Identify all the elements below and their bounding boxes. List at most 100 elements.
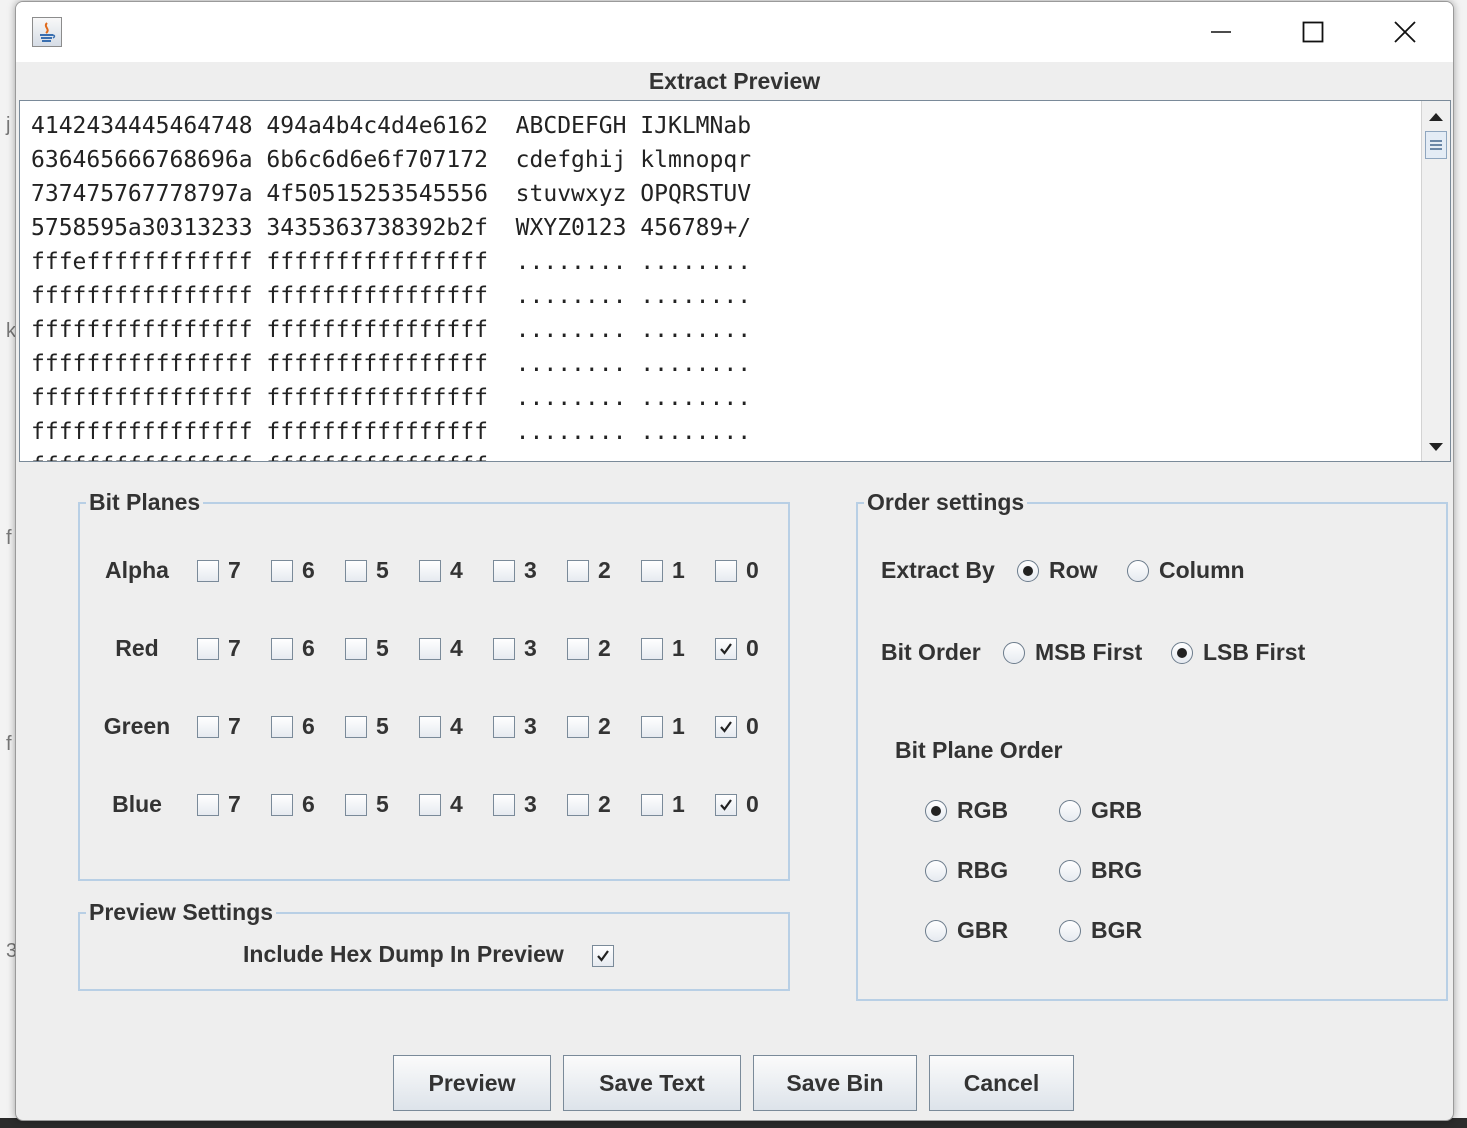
bit-number-label[interactable]: 3 <box>524 713 537 740</box>
cancel-button[interactable]: Cancel <box>929 1055 1074 1111</box>
bit-plane-checkbox[interactable] <box>197 794 219 816</box>
hex-dump-checkbox[interactable] <box>592 945 614 967</box>
bit-number-label[interactable]: 2 <box>598 791 611 818</box>
bit-number-label[interactable]: 2 <box>598 713 611 740</box>
radio-selected-dot <box>1023 566 1033 576</box>
bit-plane-checkbox[interactable] <box>271 716 293 738</box>
bit-plane-checkbox[interactable] <box>271 560 293 582</box>
order-rbg-radio[interactable] <box>925 860 947 882</box>
bit-plane-checkbox[interactable] <box>715 638 737 660</box>
bit-plane-checkbox[interactable] <box>345 638 367 660</box>
bit-number-label[interactable]: 6 <box>302 791 315 818</box>
bit-number-label[interactable]: 1 <box>672 791 685 818</box>
order-bgr-radio[interactable] <box>1059 920 1081 942</box>
maximize-icon[interactable] <box>1290 12 1336 52</box>
lsb-first-radio[interactable] <box>1171 642 1193 664</box>
order-grb-label[interactable]: GRB <box>1091 797 1142 824</box>
bit-number-label[interactable]: 7 <box>228 635 241 662</box>
bit-plane-checkbox[interactable] <box>715 716 737 738</box>
bit-number-label[interactable]: 5 <box>376 635 389 662</box>
order-bgr-label[interactable]: BGR <box>1091 917 1142 944</box>
bit-number-label[interactable]: 2 <box>598 557 611 584</box>
bit-number-label[interactable]: 6 <box>302 713 315 740</box>
order-rgb-label[interactable]: RGB <box>957 797 1008 824</box>
bit-number-label[interactable]: 5 <box>376 713 389 740</box>
extract-by-column-radio[interactable] <box>1127 560 1149 582</box>
bit-plane-checkbox[interactable] <box>419 560 441 582</box>
scroll-up-arrow-icon[interactable] <box>1422 103 1450 131</box>
bit-plane-checkbox[interactable] <box>641 638 663 660</box>
preview-button[interactable]: Preview <box>393 1055 551 1111</box>
bit-plane-checkbox[interactable] <box>567 794 589 816</box>
bit-number-label[interactable]: 0 <box>746 557 759 584</box>
bit-number-label[interactable]: 7 <box>228 791 241 818</box>
bit-plane-checkbox[interactable] <box>567 716 589 738</box>
bit-plane-checkbox[interactable] <box>197 560 219 582</box>
bit-number-label[interactable]: 6 <box>302 635 315 662</box>
bit-plane-checkbox[interactable] <box>641 794 663 816</box>
order-grb-radio[interactable] <box>1059 800 1081 822</box>
msb-first-label[interactable]: MSB First <box>1035 639 1142 666</box>
order-brg-radio[interactable] <box>1059 860 1081 882</box>
bit-plane-checkbox[interactable] <box>197 638 219 660</box>
bit-plane-checkbox[interactable] <box>715 560 737 582</box>
bit-plane-checkbox[interactable] <box>271 794 293 816</box>
lsb-first-label[interactable]: LSB First <box>1203 639 1305 666</box>
save-text-button[interactable]: Save Text <box>563 1055 741 1111</box>
bit-number-label[interactable]: 3 <box>524 635 537 662</box>
bit-number-label[interactable]: 5 <box>376 557 389 584</box>
bit-plane-checkbox[interactable] <box>345 794 367 816</box>
bit-number-label[interactable]: 1 <box>672 713 685 740</box>
extract-by-column-label[interactable]: Column <box>1159 557 1245 584</box>
bit-plane-checkbox[interactable] <box>419 716 441 738</box>
bit-number-label[interactable]: 4 <box>450 713 463 740</box>
bit-plane-checkbox[interactable] <box>715 794 737 816</box>
radio-selected-dot <box>931 806 941 816</box>
bit-number-label[interactable]: 7 <box>228 713 241 740</box>
extract-by-row-radio[interactable] <box>1017 560 1039 582</box>
msb-first-radio[interactable] <box>1003 642 1025 664</box>
order-gbr-label[interactable]: GBR <box>957 917 1008 944</box>
bit-plane-checkbox[interactable] <box>641 560 663 582</box>
save-bin-button[interactable]: Save Bin <box>753 1055 917 1111</box>
bit-number-label[interactable]: 2 <box>598 635 611 662</box>
extract-by-row-label[interactable]: Row <box>1049 557 1098 584</box>
bit-number-label[interactable]: 0 <box>746 713 759 740</box>
bit-plane-checkbox[interactable] <box>493 716 515 738</box>
bit-plane-checkbox[interactable] <box>419 638 441 660</box>
bit-plane-checkbox[interactable] <box>493 794 515 816</box>
bit-plane-checkbox[interactable] <box>493 638 515 660</box>
bit-plane-checkbox[interactable] <box>493 560 515 582</box>
bit-number-label[interactable]: 7 <box>228 557 241 584</box>
preview-text-area[interactable]: 4142434445464748 494a4b4c4d4e6162 ABCDEF… <box>19 100 1451 462</box>
bit-number-label[interactable]: 3 <box>524 791 537 818</box>
bit-number-label[interactable]: 4 <box>450 791 463 818</box>
scroll-down-arrow-icon[interactable] <box>1422 433 1450 461</box>
bit-number-label[interactable]: 3 <box>524 557 537 584</box>
order-rgb-radio[interactable] <box>925 800 947 822</box>
bit-number-label[interactable]: 0 <box>746 635 759 662</box>
bit-number-label[interactable]: 1 <box>672 557 685 584</box>
scroll-thumb[interactable] <box>1425 131 1447 159</box>
order-brg-label[interactable]: BRG <box>1091 857 1142 884</box>
bit-plane-checkbox[interactable] <box>641 716 663 738</box>
bit-plane-checkbox[interactable] <box>271 638 293 660</box>
bit-number-label[interactable]: 1 <box>672 635 685 662</box>
bit-plane-checkbox[interactable] <box>345 560 367 582</box>
preview-scrollbar[interactable] <box>1421 101 1450 461</box>
bit-plane-checkbox[interactable] <box>419 794 441 816</box>
bit-number-label[interactable]: 0 <box>746 791 759 818</box>
bit-plane-checkbox[interactable] <box>567 560 589 582</box>
bit-plane-checkbox[interactable] <box>197 716 219 738</box>
bit-number-label[interactable]: 6 <box>302 557 315 584</box>
order-rbg-label[interactable]: RBG <box>957 857 1008 884</box>
bit-number-label[interactable]: 4 <box>450 557 463 584</box>
bit-plane-checkbox[interactable] <box>567 638 589 660</box>
bit-number-label[interactable]: 5 <box>376 791 389 818</box>
order-gbr-radio[interactable] <box>925 920 947 942</box>
bit-number-label[interactable]: 4 <box>450 635 463 662</box>
title-bar[interactable] <box>16 2 1453 62</box>
close-icon[interactable] <box>1382 12 1428 52</box>
bit-plane-checkbox[interactable] <box>345 716 367 738</box>
minimize-icon[interactable] <box>1198 12 1244 52</box>
